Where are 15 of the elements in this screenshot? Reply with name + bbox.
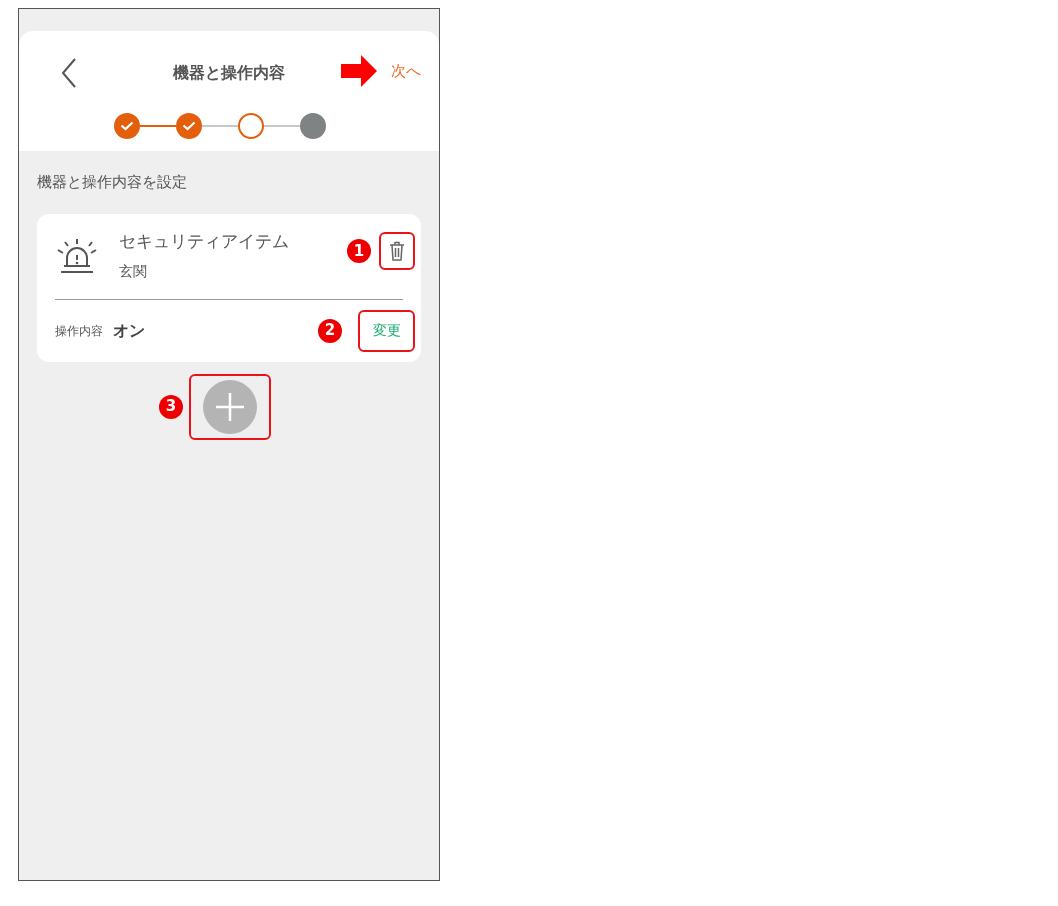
screen-title: 機器と操作内容 — [173, 62, 285, 84]
action-label: 操作内容 — [55, 322, 103, 340]
callout-number: 3 — [159, 394, 183, 419]
device-name: セキュリティアイテム — [119, 231, 289, 252]
next-button[interactable]: 次へ — [391, 59, 421, 83]
callout-number: 1 — [347, 239, 371, 263]
action-value: オン — [113, 319, 145, 342]
trash-icon[interactable] — [389, 241, 405, 261]
change-button[interactable]: 変更 — [372, 320, 401, 341]
section-label: 機器と操作内容を設定 — [36, 172, 188, 193]
back-icon[interactable] — [61, 57, 77, 89]
callout-number: 2 — [318, 318, 342, 343]
device-location: 玄関 — [119, 262, 147, 279]
alarm-light-icon — [55, 236, 99, 276]
plus-icon — [215, 391, 245, 422]
